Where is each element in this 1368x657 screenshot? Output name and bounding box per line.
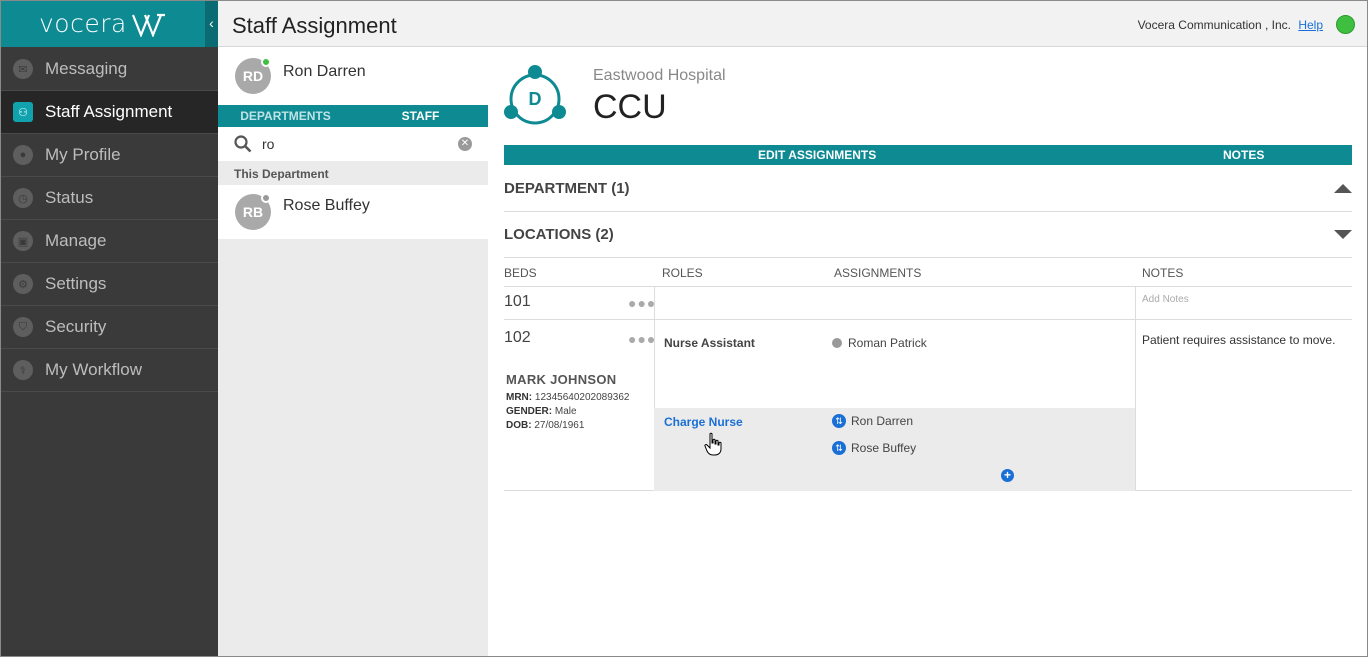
patient-note: Patient requires assistance to move. xyxy=(1142,333,1336,347)
unit-name: CCU xyxy=(593,88,667,126)
assignee-name: Ron Darren xyxy=(851,414,914,428)
hospital-name: Eastwood Hospital xyxy=(593,67,726,84)
column-divider xyxy=(1135,287,1136,320)
bed-number: 102 xyxy=(504,329,531,346)
sidebar-item-staff-assignment[interactable]: ⚇ Staff Assignment xyxy=(1,91,218,134)
sidebar-item-label: My Workflow xyxy=(45,360,142,379)
department-logo-letter: D xyxy=(529,89,542,109)
assignee-ron-darren[interactable]: ⇅ Ron Darren xyxy=(832,414,913,428)
locations-section-header[interactable]: LOCATIONS (2) xyxy=(504,212,1352,258)
current-user[interactable]: RD Ron Darren xyxy=(218,48,488,105)
help-link[interactable]: Help xyxy=(1298,18,1323,32)
more-options-icon[interactable]: ●●● xyxy=(628,295,656,311)
collapse-up-icon[interactable] xyxy=(1334,184,1352,193)
column-divider xyxy=(1135,320,1136,491)
sidebar-item-settings[interactable]: ⚙ Settings xyxy=(1,263,218,306)
edit-assignments-button[interactable]: EDIT ASSIGNMENTS xyxy=(758,145,876,165)
department-logo-icon: D xyxy=(504,65,566,125)
header: Staff Assignment Vocera Communication , … xyxy=(218,1,1367,47)
tab-staff[interactable]: STAFF xyxy=(353,105,488,127)
department-section-title: DEPARTMENT (1) xyxy=(504,180,630,197)
column-header-notes: NOTES xyxy=(1142,266,1184,280)
workflow-icon: ⚕ xyxy=(13,360,33,380)
tab-departments[interactable]: DEPARTMENTS xyxy=(218,105,353,127)
table-row: 101 ●●● Add Notes xyxy=(504,286,1352,320)
department-section-header[interactable]: DEPARTMENT (1) xyxy=(504,166,1352,212)
status-indicator-icon[interactable] xyxy=(1336,15,1355,34)
assignee-name: Roman Patrick xyxy=(848,336,927,350)
column-header-roles: ROLES xyxy=(662,266,703,280)
vocera-logo: vocera xyxy=(39,9,127,38)
app-window: vocera ‹ ✉ Messaging ⚇ Staff Assignment … xyxy=(0,0,1368,657)
notes-button[interactable]: NOTES xyxy=(1223,145,1264,165)
charge-nurse-block: Charge Nurse ⇅ Ron Darren ⇅ Rose Buffey … xyxy=(654,408,1135,491)
sidebar-item-status[interactable]: ◷ Status xyxy=(1,177,218,220)
section-label: This Department xyxy=(234,167,329,181)
profile-icon: ● xyxy=(13,145,33,165)
column-header-beds: BEDS xyxy=(504,266,537,280)
hand-cursor-icon xyxy=(704,432,722,456)
sidebar-item-label: Manage xyxy=(45,231,107,250)
patient-mrn: MRN: 12345640202089362 xyxy=(506,392,630,403)
sidebar: vocera ‹ ✉ Messaging ⚇ Staff Assignment … xyxy=(1,1,218,656)
search-input[interactable] xyxy=(262,134,442,154)
collapse-sidebar-button[interactable]: ‹ xyxy=(205,1,218,47)
sidebar-item-label: Security xyxy=(45,317,107,336)
sidebar-item-security[interactable]: ⛉ Security xyxy=(1,306,218,349)
page-title: Staff Assignment xyxy=(232,13,397,38)
sidebar-item-label: Status xyxy=(45,188,94,207)
table-row: 102 ●●● MARK JOHNSON MRN: 12345640202089… xyxy=(504,320,1352,491)
expand-down-icon[interactable] xyxy=(1334,230,1352,239)
sidebar-item-label: Staff Assignment xyxy=(45,102,173,121)
column-divider xyxy=(654,287,655,320)
search-bar: ✕ xyxy=(218,127,488,161)
status-icon: ◷ xyxy=(13,188,33,208)
add-assignee-icon[interactable]: + xyxy=(1001,469,1014,482)
manage-icon: ▣ xyxy=(13,231,33,251)
patient-dob: DOB: 27/08/1961 xyxy=(506,420,585,431)
company-name: Vocera Communication , Inc. xyxy=(1137,18,1291,32)
swap-icon[interactable]: ⇅ xyxy=(832,414,846,428)
assignee-name: Rose Buffey xyxy=(851,441,917,455)
role-nurse-assistant[interactable]: Nurse Assistant xyxy=(664,336,755,350)
main-content: D Eastwood Hospital CCU EDIT ASSIGNMENTS… xyxy=(488,48,1367,656)
online-presence-icon xyxy=(261,57,271,67)
gear-icon: ⚙ xyxy=(13,274,33,294)
assignee-roman-patrick[interactable]: Roman Patrick xyxy=(832,336,927,350)
role-charge-nurse[interactable]: Charge Nurse xyxy=(664,415,743,429)
shield-icon: ⛉ xyxy=(13,317,33,337)
message-icon: ✉ xyxy=(13,59,33,79)
sidebar-item-manage[interactable]: ▣ Manage xyxy=(1,220,218,263)
offline-presence-icon xyxy=(832,338,842,348)
add-notes-field[interactable]: Add Notes xyxy=(1142,294,1189,305)
offline-presence-icon xyxy=(261,193,271,203)
patient-name: MARK JOHNSON xyxy=(506,372,617,387)
sidebar-nav: ✉ Messaging ⚇ Staff Assignment ● My Prof… xyxy=(1,48,218,392)
search-icon xyxy=(234,135,252,153)
sidebar-item-my-workflow[interactable]: ⚕ My Workflow xyxy=(1,349,218,392)
staff-icon: ⚇ xyxy=(13,102,33,122)
sidebar-item-label: Messaging xyxy=(45,59,128,78)
staff-panel: RD Ron Darren DEPARTMENTS STAFF ✕ This D… xyxy=(218,48,488,656)
staff-name: Rose Buffey xyxy=(283,197,370,214)
sidebar-item-label: Settings xyxy=(45,274,107,293)
action-bar: EDIT ASSIGNMENTS NOTES xyxy=(504,145,1352,165)
vocera-logo-mark-icon xyxy=(131,13,165,37)
patient-gender: GENDER: Male xyxy=(506,406,577,417)
clear-search-icon[interactable]: ✕ xyxy=(458,137,472,151)
swap-icon[interactable]: ⇅ xyxy=(832,441,846,455)
sidebar-item-messaging[interactable]: ✉ Messaging xyxy=(1,48,218,91)
list-item[interactable]: RB Rose Buffey xyxy=(218,185,488,239)
column-header-assignments: ASSIGNMENTS xyxy=(834,266,922,280)
logo-bar: vocera ‹ xyxy=(1,1,218,47)
locations-section-title: LOCATIONS (2) xyxy=(504,226,614,243)
current-user-name: Ron Darren xyxy=(283,63,366,80)
panel-tabs: DEPARTMENTS STAFF xyxy=(218,105,488,127)
more-options-icon[interactable]: ●●● xyxy=(628,331,656,347)
assignee-rose-buffey[interactable]: ⇅ Rose Buffey xyxy=(832,441,916,455)
sidebar-item-label: My Profile xyxy=(45,145,121,164)
sidebar-item-my-profile[interactable]: ● My Profile xyxy=(1,134,218,177)
bed-number: 101 xyxy=(504,293,531,310)
